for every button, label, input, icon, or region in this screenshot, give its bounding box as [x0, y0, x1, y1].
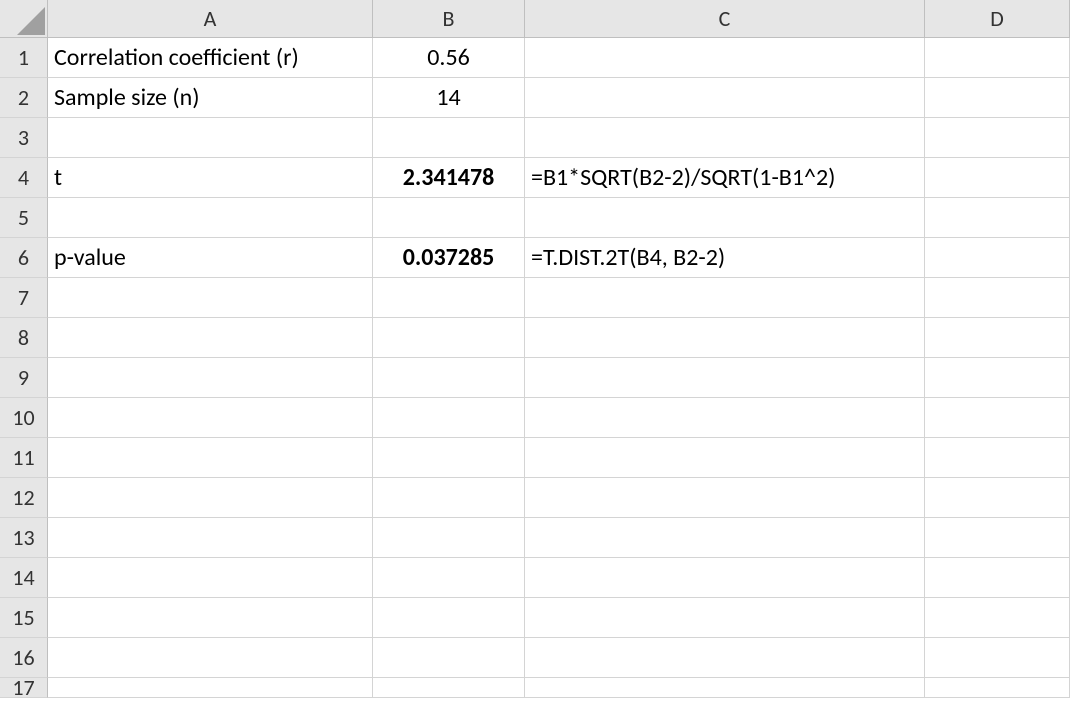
row-header-7[interactable]: 7: [0, 278, 48, 318]
cell-B17[interactable]: [373, 678, 525, 698]
cell-B10[interactable]: [373, 398, 525, 438]
cell-B4[interactable]: 2.341478: [373, 158, 525, 198]
cell-D10[interactable]: [925, 398, 1070, 438]
row-header-4[interactable]: 4: [0, 158, 48, 198]
cell-D7[interactable]: [925, 278, 1070, 318]
cell-B15[interactable]: [373, 598, 525, 638]
cell-B8[interactable]: [373, 318, 525, 358]
cell-A1[interactable]: Correlation coefficient (r): [48, 38, 373, 78]
cell-A10[interactable]: [48, 398, 373, 438]
row-header-6[interactable]: 6: [0, 238, 48, 278]
cell-C6[interactable]: =T.DIST.2T(B4, B2-2): [525, 238, 925, 278]
cell-B12[interactable]: [373, 478, 525, 518]
cell-C2[interactable]: [525, 78, 925, 118]
cell-A4[interactable]: t: [48, 158, 373, 198]
cell-D5[interactable]: [925, 198, 1070, 238]
row-header-2[interactable]: 2: [0, 78, 48, 118]
cell-A8[interactable]: [48, 318, 373, 358]
column-header-D[interactable]: D: [925, 0, 1070, 38]
column-header-C[interactable]: C: [525, 0, 925, 38]
cell-D4[interactable]: [925, 158, 1070, 198]
cell-D3[interactable]: [925, 118, 1070, 158]
cell-B2[interactable]: 14: [373, 78, 525, 118]
cell-C11[interactable]: [525, 438, 925, 478]
cell-B5[interactable]: [373, 198, 525, 238]
row-header-9[interactable]: 9: [0, 358, 48, 398]
select-all-corner[interactable]: [0, 0, 48, 38]
cell-C5[interactable]: [525, 198, 925, 238]
cell-A5[interactable]: [48, 198, 373, 238]
row-header-12[interactable]: 12: [0, 478, 48, 518]
cell-C3[interactable]: [525, 118, 925, 158]
cell-C16[interactable]: [525, 638, 925, 678]
cell-D13[interactable]: [925, 518, 1070, 558]
row-header-8[interactable]: 8: [0, 318, 48, 358]
cell-D2[interactable]: [925, 78, 1070, 118]
cell-B14[interactable]: [373, 558, 525, 598]
cell-C10[interactable]: [525, 398, 925, 438]
cell-B11[interactable]: [373, 438, 525, 478]
cell-D16[interactable]: [925, 638, 1070, 678]
cell-D12[interactable]: [925, 478, 1070, 518]
cell-A6[interactable]: p-value: [48, 238, 373, 278]
row-header-11[interactable]: 11: [0, 438, 48, 478]
cell-D8[interactable]: [925, 318, 1070, 358]
row-header-17[interactable]: 17: [0, 678, 48, 698]
cell-D17[interactable]: [925, 678, 1070, 698]
cell-A11[interactable]: [48, 438, 373, 478]
cell-D11[interactable]: [925, 438, 1070, 478]
column-header-A[interactable]: A: [48, 0, 373, 38]
row-header-15[interactable]: 15: [0, 598, 48, 638]
cell-B7[interactable]: [373, 278, 525, 318]
cell-C4[interactable]: =B1*SQRT(B2-2)/SQRT(1-B1^2): [525, 158, 925, 198]
row-header-3[interactable]: 3: [0, 118, 48, 158]
cell-A14[interactable]: [48, 558, 373, 598]
cell-C12[interactable]: [525, 478, 925, 518]
cell-B9[interactable]: [373, 358, 525, 398]
cell-A2[interactable]: Sample size (n): [48, 78, 373, 118]
cell-A16[interactable]: [48, 638, 373, 678]
cell-D15[interactable]: [925, 598, 1070, 638]
cell-C7[interactable]: [525, 278, 925, 318]
cell-B13[interactable]: [373, 518, 525, 558]
cell-D1[interactable]: [925, 38, 1070, 78]
cell-A12[interactable]: [48, 478, 373, 518]
row-header-14[interactable]: 14: [0, 558, 48, 598]
row-header-10[interactable]: 10: [0, 398, 48, 438]
row-header-5[interactable]: 5: [0, 198, 48, 238]
cell-B1[interactable]: 0.56: [373, 38, 525, 78]
row-header-1[interactable]: 1: [0, 38, 48, 78]
cell-B6[interactable]: 0.037285: [373, 238, 525, 278]
cell-C1[interactable]: [525, 38, 925, 78]
cell-B3[interactable]: [373, 118, 525, 158]
cell-A3[interactable]: [48, 118, 373, 158]
cell-C17[interactable]: [525, 678, 925, 698]
cell-B16[interactable]: [373, 638, 525, 678]
cell-C14[interactable]: [525, 558, 925, 598]
cell-A15[interactable]: [48, 598, 373, 638]
column-header-B[interactable]: B: [373, 0, 525, 38]
cell-A13[interactable]: [48, 518, 373, 558]
cell-C8[interactable]: [525, 318, 925, 358]
cell-C13[interactable]: [525, 518, 925, 558]
cell-A7[interactable]: [48, 278, 373, 318]
cell-C15[interactable]: [525, 598, 925, 638]
cell-A17[interactable]: [48, 678, 373, 698]
row-header-16[interactable]: 16: [0, 638, 48, 678]
cell-C9[interactable]: [525, 358, 925, 398]
cell-A9[interactable]: [48, 358, 373, 398]
cell-D14[interactable]: [925, 558, 1070, 598]
cell-D9[interactable]: [925, 358, 1070, 398]
spreadsheet-grid[interactable]: A B C D 1 Correlation coefficient (r) 0.…: [0, 0, 1080, 698]
row-header-13[interactable]: 13: [0, 518, 48, 558]
cell-D6[interactable]: [925, 238, 1070, 278]
